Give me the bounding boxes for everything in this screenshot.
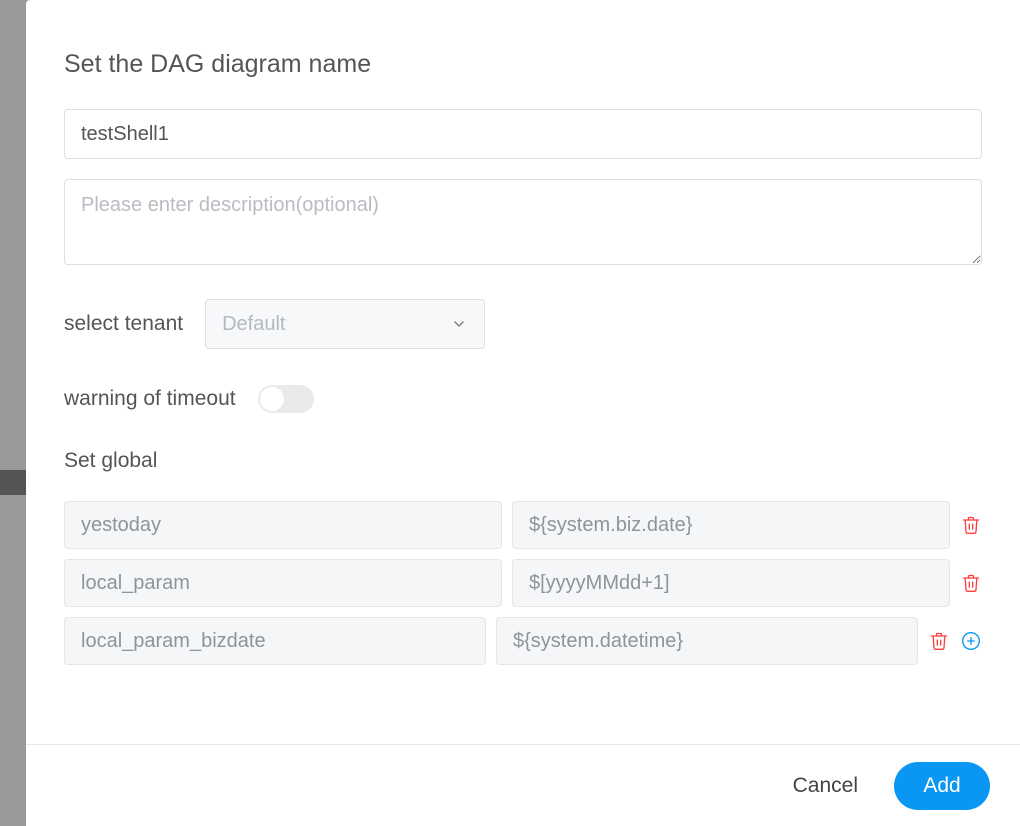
param-value-input[interactable] xyxy=(496,617,918,665)
tenant-label: select tenant xyxy=(64,312,183,336)
timeout-label: warning of timeout xyxy=(64,387,236,411)
add-icon[interactable] xyxy=(960,630,982,652)
global-param-row xyxy=(64,559,982,607)
modal-footer: Cancel Add xyxy=(26,744,1020,826)
chevron-down-icon xyxy=(450,315,468,333)
param-key-input[interactable] xyxy=(64,617,486,665)
dag-name-modal: Set the DAG diagram name select tenant D… xyxy=(26,0,1020,826)
param-value-input[interactable] xyxy=(512,501,950,549)
global-section-title: Set global xyxy=(64,449,982,473)
dag-description-textarea[interactable] xyxy=(64,179,982,265)
timeout-row: warning of timeout xyxy=(64,385,982,413)
global-param-row xyxy=(64,501,982,549)
param-value-input[interactable] xyxy=(512,559,950,607)
param-key-input[interactable] xyxy=(64,501,502,549)
timeout-toggle[interactable] xyxy=(258,385,314,413)
tenant-select[interactable]: Default xyxy=(205,299,485,349)
cancel-button[interactable]: Cancel xyxy=(787,773,864,799)
global-param-row xyxy=(64,617,982,665)
modal-title: Set the DAG diagram name xyxy=(64,50,982,79)
tenant-selected-value: Default xyxy=(222,313,450,336)
toggle-knob xyxy=(260,387,284,411)
background-canvas-hint xyxy=(0,470,26,495)
global-params-list xyxy=(64,501,982,675)
dag-name-input[interactable] xyxy=(64,109,982,159)
trash-icon[interactable] xyxy=(928,630,950,652)
trash-icon[interactable] xyxy=(960,514,982,536)
tenant-row: select tenant Default xyxy=(64,299,982,349)
add-button[interactable]: Add xyxy=(894,762,990,810)
trash-icon[interactable] xyxy=(960,572,982,594)
param-key-input[interactable] xyxy=(64,559,502,607)
